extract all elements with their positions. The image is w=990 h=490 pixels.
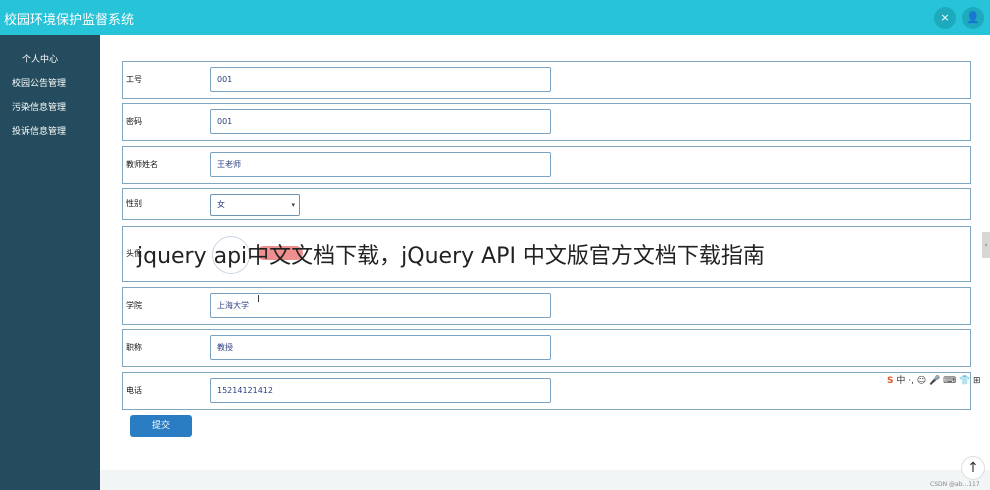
name-input[interactable]: 王老师	[210, 152, 551, 177]
label-id: 工号	[126, 75, 142, 84]
app-title: 校园环境保护监督系统	[4, 13, 135, 28]
arrow-up-icon[interactable]: ↑	[961, 456, 985, 480]
form-row-password: 密码 001	[122, 103, 971, 141]
gender-value: 女	[217, 200, 225, 209]
overlay-caption: jquery api中文文档下载，jQuery API 中文版官方文档下载指南	[137, 244, 765, 269]
text-cursor-icon: I	[257, 294, 260, 305]
label-gender: 性别	[126, 199, 142, 208]
label-college: 学院	[126, 301, 142, 310]
form-row-name: 教师姓名 王老师	[122, 146, 971, 184]
form-row-phone: 电话 15214121412	[122, 372, 971, 410]
submit-button[interactable]: 提交	[130, 415, 192, 437]
label-phone: 电话	[126, 386, 142, 395]
chevron-left-icon[interactable]: ‹	[982, 232, 990, 258]
form-row-title: 职称 教授	[122, 329, 971, 367]
user-icon[interactable]: 👤	[962, 7, 984, 29]
ime-toolbar[interactable]: S 中 ·, ☺ 🎤 ⌨ 👕 ⊞	[887, 373, 987, 387]
label-name: 教师姓名	[126, 160, 158, 169]
label-title: 职称	[126, 343, 142, 352]
sidebar-item-complaints[interactable]: 投诉信息管理	[12, 124, 66, 137]
watermark-credit: CSDN @ab...117	[930, 481, 980, 488]
label-password: 密码	[126, 117, 142, 126]
id-input[interactable]: 001	[210, 67, 551, 92]
chevron-down-icon: ▾	[291, 201, 295, 209]
form-row-gender: 性别 女 ▾	[122, 188, 971, 220]
title-input[interactable]: 教授	[210, 335, 551, 360]
ime-logo: S	[887, 376, 894, 386]
close-icon[interactable]: ×	[934, 7, 956, 29]
ime-tools: 中 ·, ☺ 🎤 ⌨ 👕 ⊞	[896, 376, 981, 386]
phone-input[interactable]: 15214121412	[210, 378, 551, 403]
sidebar-item-pollution[interactable]: 污染信息管理	[12, 100, 66, 113]
form-row-id: 工号 001	[122, 61, 971, 99]
gender-select[interactable]: 女 ▾	[210, 194, 300, 216]
college-input[interactable]: 上海大学	[210, 293, 551, 318]
form-row-college: 学院 上海大学	[122, 287, 971, 325]
sidebar-item-profile[interactable]: 个人中心	[22, 52, 58, 65]
password-input[interactable]: 001	[210, 109, 551, 134]
sidebar-item-announcements[interactable]: 校园公告管理	[12, 76, 66, 89]
sidebar: 个人中心 校园公告管理 污染信息管理 投诉信息管理	[0, 35, 100, 490]
top-bar: 校园环境保护监督系统 × 👤	[0, 0, 990, 35]
